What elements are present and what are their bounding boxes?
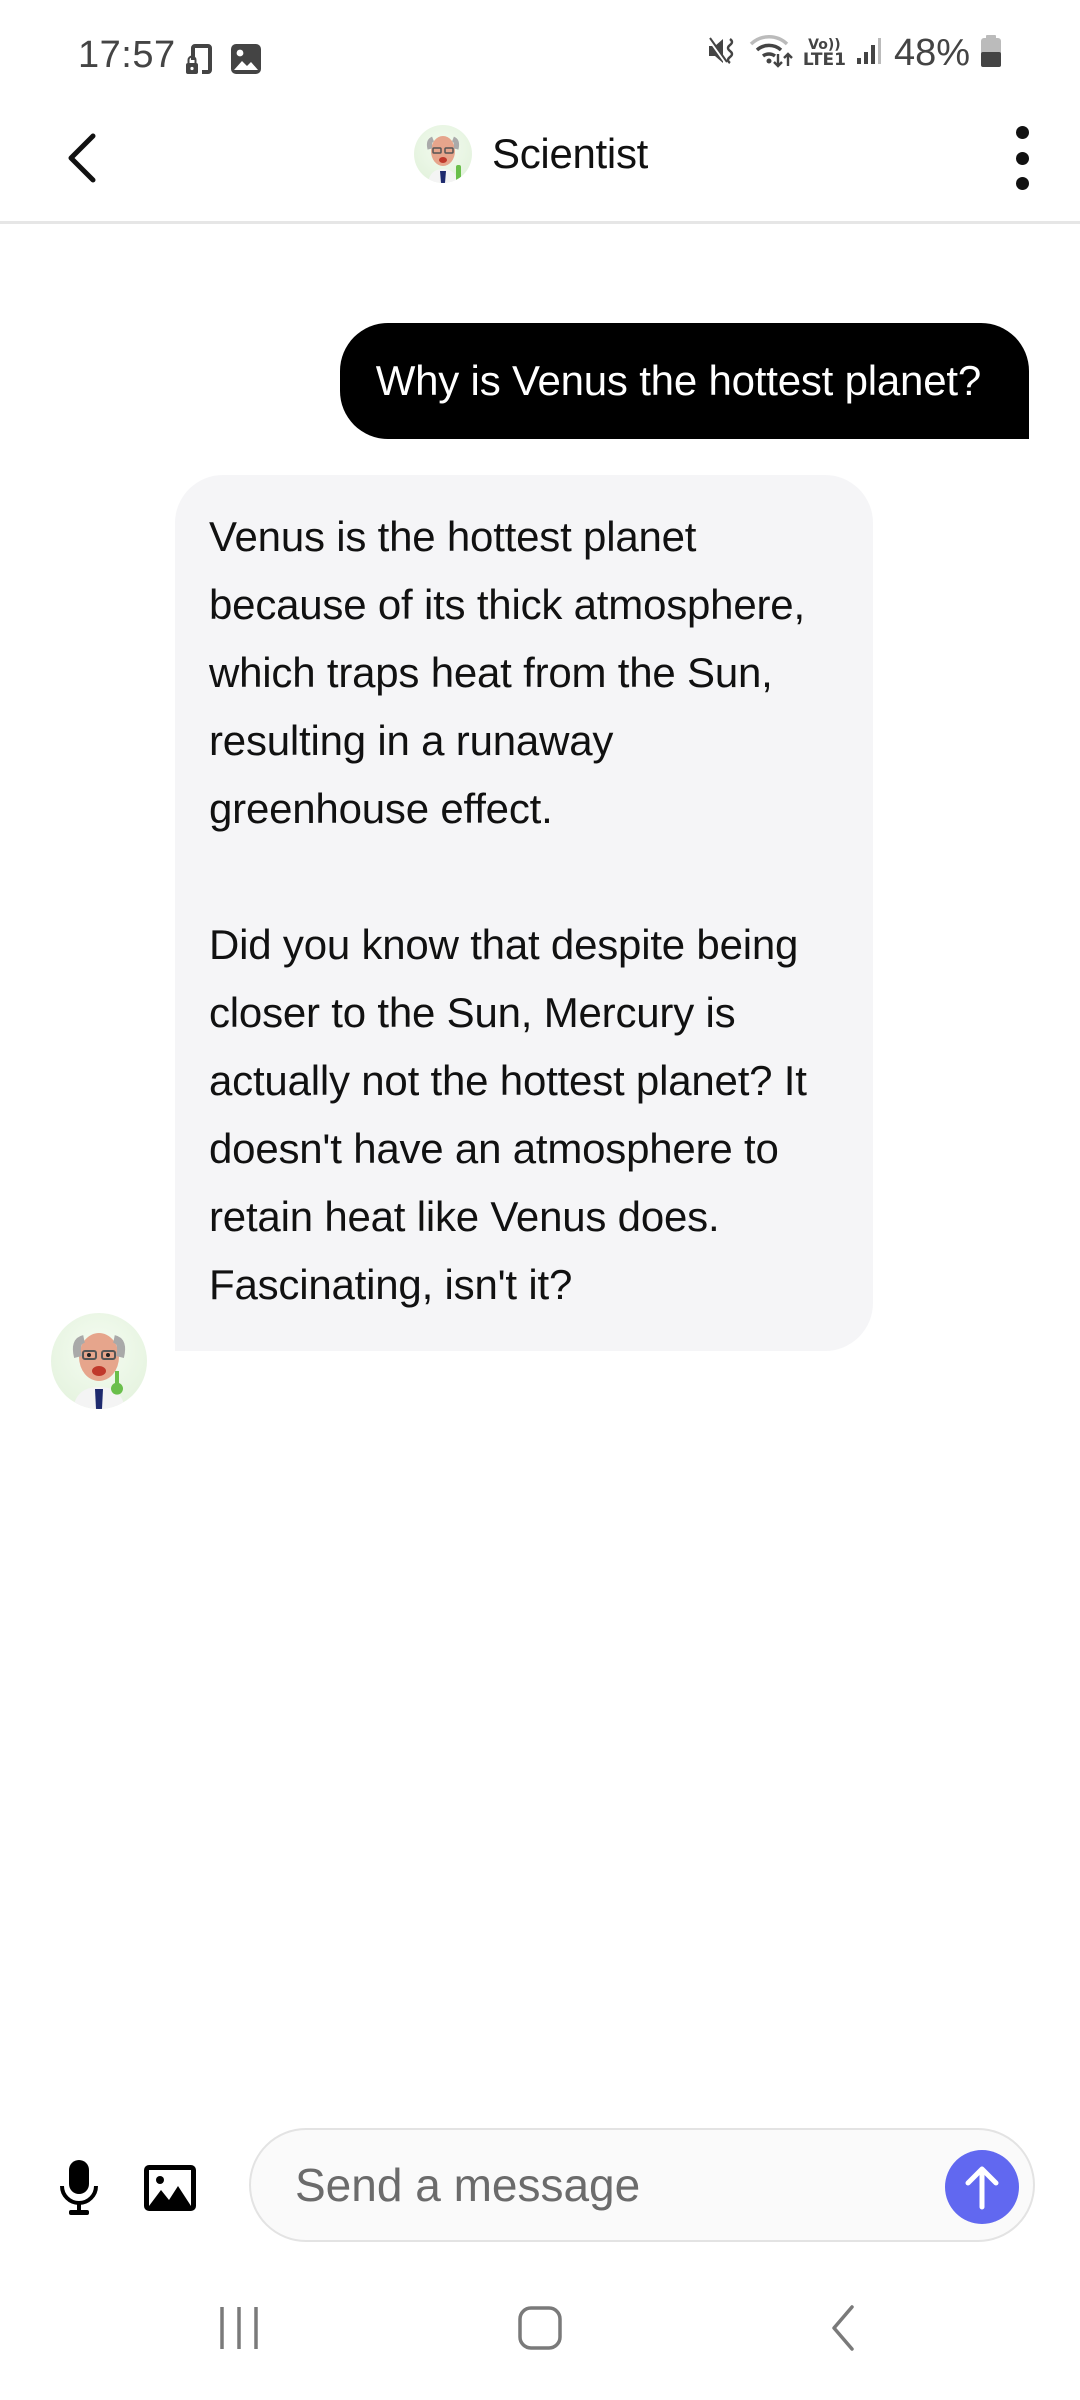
battery-icon bbox=[980, 34, 1002, 73]
recents-icon bbox=[220, 2307, 258, 2349]
battery-percent: 48% bbox=[893, 31, 970, 74]
back-button[interactable] bbox=[52, 128, 112, 188]
message-input[interactable] bbox=[295, 2152, 895, 2218]
back-icon bbox=[832, 2305, 854, 2351]
attach-image-button[interactable] bbox=[142, 2163, 198, 2213]
arrow-up-icon bbox=[965, 2166, 999, 2210]
home-icon bbox=[518, 2306, 562, 2350]
status-time: 17:57 bbox=[78, 34, 176, 76]
chevron-left-icon bbox=[68, 133, 96, 183]
chat-title-group[interactable]: Scientist bbox=[414, 122, 648, 186]
mute-vibrate-icon bbox=[707, 36, 739, 71]
user-message-bubble: Why is Venus the hottest planet? bbox=[339, 323, 1029, 440]
system-nav-bar bbox=[0, 2290, 1080, 2366]
chat-title: Scientist bbox=[492, 130, 649, 177]
wifi-data-icon bbox=[749, 34, 793, 73]
bot-avatar[interactable] bbox=[51, 1313, 147, 1409]
microphone-icon bbox=[60, 2160, 98, 2215]
volte-lte-icon: Vo)) LTE1 bbox=[802, 36, 846, 70]
bot-message-bubble: Venus is the hottest planet because of i… bbox=[175, 475, 873, 1351]
system-back-button[interactable] bbox=[798, 2290, 888, 2366]
chat-header: Scientist bbox=[0, 100, 1080, 224]
image-icon bbox=[144, 2165, 196, 2211]
image-notification-icon bbox=[230, 43, 262, 80]
music-lock-icon bbox=[186, 42, 214, 81]
status-icons: Vo)) LTE1 48% bbox=[707, 30, 1002, 76]
microphone-button[interactable] bbox=[55, 2158, 103, 2218]
status-bar: 17:57 Vo)) LTE1 48% bbox=[0, 0, 1080, 100]
message-input-box bbox=[249, 2128, 1035, 2242]
signal-icon bbox=[856, 36, 884, 71]
message-composer bbox=[0, 2128, 1080, 2242]
more-options-button[interactable] bbox=[1002, 122, 1042, 194]
recents-button[interactable] bbox=[194, 2290, 284, 2366]
more-vertical-icon bbox=[1015, 126, 1029, 139]
send-button[interactable] bbox=[945, 2150, 1019, 2224]
scientist-avatar bbox=[414, 125, 472, 183]
home-button[interactable] bbox=[495, 2290, 585, 2366]
